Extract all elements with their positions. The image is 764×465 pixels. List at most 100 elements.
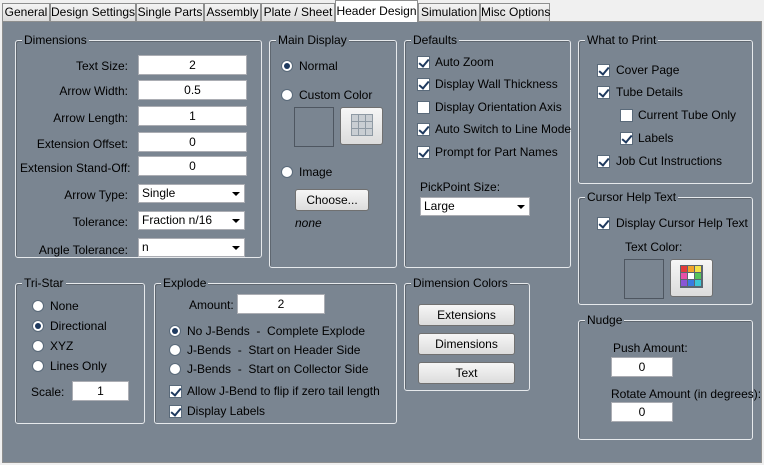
rotate-amount-input[interactable]: 0 — [611, 402, 673, 422]
dimension-colors-title: Dimension Colors — [411, 276, 510, 290]
chevron-down-icon — [232, 219, 240, 223]
image-radio[interactable] — [281, 166, 293, 178]
jbends-header-radio[interactable] — [169, 344, 181, 356]
cover-page-checkbox[interactable] — [597, 64, 610, 77]
jbends-collector-radio[interactable] — [169, 363, 181, 375]
normal-label: Normal — [299, 59, 338, 73]
choose-image-button[interactable]: Choose... — [295, 189, 369, 211]
tristar-none-label: None — [50, 299, 79, 313]
job-cut-instructions-checkbox[interactable] — [597, 155, 610, 168]
arrow-width-label: Arrow Width: — [59, 84, 128, 98]
normal-radio[interactable] — [281, 60, 293, 72]
display-orientation-axis-label: Display Orientation Axis — [435, 100, 562, 114]
push-amount-input[interactable]: 0 — [611, 357, 673, 377]
cursor-help-title: Cursor Help Text — [585, 190, 679, 204]
tristar-directional-radio[interactable] — [32, 320, 44, 332]
text-color-swatch — [624, 259, 664, 299]
custom-color-radio[interactable] — [281, 89, 293, 101]
custom-color-label: Custom Color — [299, 88, 373, 102]
tristar-lines-only-radio[interactable] — [32, 360, 44, 372]
text-color-label: Text Color: — [625, 240, 683, 254]
nudge-group: Nudge Push Amount: 0 Rotate Amount (in d… — [578, 313, 761, 440]
push-amount-label: Push Amount: — [613, 341, 688, 355]
cursor-help-group: Cursor Help Text Display Cursor Help Tex… — [578, 190, 753, 305]
auto-zoom-label: Auto Zoom — [435, 55, 494, 69]
tristar-xyz-label: XYZ — [50, 339, 74, 353]
explode-group: Explode Amount: 2 No J-Bends - Complete … — [154, 276, 397, 424]
prompt-part-names-checkbox[interactable] — [417, 146, 430, 159]
display-orientation-axis-checkbox[interactable] — [417, 101, 430, 114]
angle-tolerance-label: Angle Tolerance: — [38, 243, 128, 257]
image-label: Image — [299, 165, 333, 179]
angle-tolerance-value: n — [142, 240, 149, 254]
main-display-group: Main Display Normal Custom Color Image C… — [269, 33, 397, 268]
dimensions-title: Dimensions — [22, 33, 89, 47]
tab-simulation[interactable]: Simulation — [418, 3, 480, 21]
text-color-button[interactable]: Text — [418, 362, 515, 384]
tab-header-design[interactable]: Header Design — [335, 0, 418, 22]
extension-standoff-input[interactable]: 0 — [138, 156, 247, 176]
rotate-amount-label: Rotate Amount (in degrees): — [611, 387, 762, 401]
tab-misc-options[interactable]: Misc Options — [480, 3, 550, 21]
amount-input[interactable]: 2 — [237, 294, 325, 314]
custom-color-swatch — [294, 107, 334, 147]
color-palette-icon — [680, 265, 703, 288]
scale-label: Scale: — [31, 385, 65, 399]
defaults-title: Defaults — [411, 33, 460, 47]
jbends-collector-label: J-Bends - Start on Collector Side — [187, 362, 369, 376]
display-cursor-help-checkbox[interactable] — [597, 217, 610, 230]
tolerance-select[interactable]: Fraction n/16 — [138, 211, 245, 230]
tristar-none-radio[interactable] — [32, 300, 44, 312]
allow-jbend-flip-checkbox[interactable] — [169, 385, 182, 398]
arrow-width-input[interactable]: 0.5 — [138, 80, 247, 100]
current-tube-only-label: Current Tube Only — [638, 108, 737, 122]
custom-color-picker-button[interactable] — [340, 107, 383, 145]
tab-design-settings[interactable]: Design Settings — [50, 3, 136, 21]
display-cursor-help-label: Display Cursor Help Text — [616, 216, 748, 230]
main-display-title: Main Display — [276, 33, 349, 47]
display-wall-thickness-checkbox[interactable] — [417, 78, 430, 91]
extensions-color-button[interactable]: Extensions — [418, 304, 515, 326]
text-size-input[interactable]: 2 — [138, 55, 247, 75]
arrow-length-input[interactable]: 1 — [138, 106, 247, 126]
tristar-directional-label: Directional — [50, 319, 107, 333]
tab-general[interactable]: General — [2, 3, 50, 21]
defaults-group: Defaults Auto Zoom Display Wall Thicknes… — [404, 33, 572, 268]
no-jbends-label: No J-Bends - Complete Explode — [187, 324, 366, 338]
tab-assembly[interactable]: Assembly — [204, 3, 261, 21]
auto-switch-line-mode-label: Auto Switch to Line Mode — [435, 122, 572, 136]
tab-single-parts[interactable]: Single Parts — [136, 3, 204, 21]
arrow-type-select[interactable]: Single — [138, 184, 245, 203]
scale-input[interactable]: 1 — [72, 381, 129, 401]
chevron-down-icon — [517, 205, 525, 209]
auto-zoom-checkbox[interactable] — [417, 56, 430, 69]
pickpoint-size-label: PickPoint Size: — [420, 180, 501, 194]
tube-details-checkbox[interactable] — [597, 86, 610, 99]
display-labels-checkbox[interactable] — [169, 405, 182, 418]
tab-plate-sheet[interactable]: Plate / Sheet — [261, 3, 335, 21]
jbends-header-label: J-Bends - Start on Header Side — [187, 343, 361, 357]
dimensions-color-button[interactable]: Dimensions — [418, 333, 515, 355]
image-value-text: none — [295, 216, 322, 230]
tristar-lines-only-label: Lines Only — [50, 359, 107, 373]
tolerance-label: Tolerance: — [72, 215, 128, 229]
pickpoint-size-select[interactable]: Large — [420, 197, 530, 216]
chevron-down-icon — [232, 246, 240, 250]
angle-tolerance-select[interactable]: n — [138, 238, 245, 257]
allow-jbend-flip-label: Allow J-Bend to flip if zero tail length — [187, 384, 380, 398]
text-color-picker-button[interactable] — [670, 259, 713, 297]
extension-offset-label: Extension Offset: — [36, 137, 128, 151]
grid-palette-icon — [351, 114, 373, 136]
what-to-print-group: What to Print Cover Page Tube Details Cu… — [578, 33, 753, 184]
arrow-type-value: Single — [142, 186, 176, 200]
current-tube-only-checkbox[interactable] — [620, 109, 633, 122]
auto-switch-line-mode-checkbox[interactable] — [417, 123, 430, 136]
tri-star-group: Tri-Star None Directional XYZ Lines Only… — [15, 276, 145, 424]
tristar-xyz-radio[interactable] — [32, 340, 44, 352]
dimension-colors-group: Dimension Colors Extensions Dimensions T… — [404, 276, 530, 391]
arrow-type-label: Arrow Type: — [64, 188, 128, 202]
prompt-part-names-label: Prompt for Part Names — [435, 145, 558, 159]
labels-checkbox[interactable] — [620, 132, 633, 145]
no-jbends-radio[interactable] — [169, 325, 181, 337]
extension-offset-input[interactable]: 0 — [138, 132, 247, 152]
